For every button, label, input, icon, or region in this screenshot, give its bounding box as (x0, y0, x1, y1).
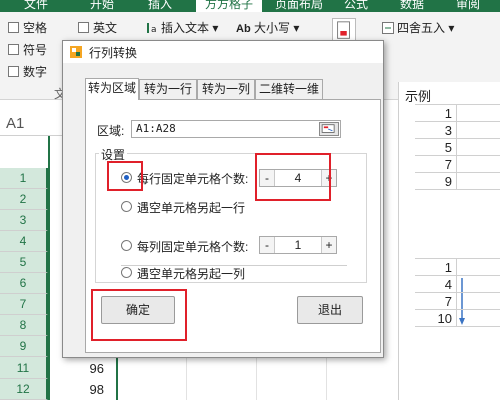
example-cell: 1 (415, 259, 457, 276)
row-header[interactable]: 4 (0, 231, 48, 252)
cells-per-column-stepper[interactable]: - 1 + (259, 236, 337, 254)
row-header[interactable]: 12 (0, 379, 48, 400)
tab-to-row[interactable]: 转为一行 (139, 79, 197, 99)
name-box[interactable]: A1 (0, 112, 62, 136)
example-title: 示例 (405, 89, 432, 104)
chevron-down-icon: ▾ (212, 21, 219, 35)
example-row: 7 (415, 293, 500, 310)
row-header[interactable]: 3 (0, 210, 48, 231)
checkbox-label: 符号 (23, 43, 48, 57)
chevron-down-icon: ▾ (448, 21, 455, 35)
tab-page-layout[interactable]: 页面布局 (268, 0, 330, 12)
example-cell: 9 (415, 173, 457, 190)
example-cell: 7 (415, 293, 457, 310)
example-row: 7 (415, 156, 500, 173)
highlight-radio (107, 161, 143, 191)
example-row: 5 (415, 139, 500, 156)
option-fixed-per-row-label[interactable]: 每行固定单元格个数: (137, 170, 248, 187)
insert-text-button[interactable]: a 插入文本 ▾ (146, 20, 218, 36)
example-row: 9 (415, 173, 500, 190)
round-label: 四舍五入 (397, 21, 446, 35)
checkbox-english[interactable]: 英文 (78, 20, 117, 36)
row-header[interactable]: 5 (0, 252, 48, 273)
svg-text:a: a (151, 25, 157, 34)
range-picker-button[interactable] (319, 122, 339, 136)
ribbon-tabs: 文件 开始 插入 方方格子 页面布局 公式 数据 审阅 (0, 0, 500, 12)
row-header[interactable]: 9 (0, 336, 48, 357)
example-cell: 5 (415, 139, 457, 156)
case-icon: Ab (236, 23, 251, 35)
row-header[interactable]: 7 (0, 294, 48, 315)
case-button[interactable]: Ab 大小写 ▾ (236, 20, 299, 36)
tab-2d-to-1d[interactable]: 二维转一维 (255, 79, 323, 99)
tab-data[interactable]: 数据 (392, 0, 432, 12)
checkbox-icon[interactable] (8, 44, 19, 55)
example-panel: 示例 1 3 5 7 9 1 4 7 10 (398, 82, 500, 400)
row-header[interactable]: 8 (0, 315, 48, 336)
tab-fangfangezi[interactable]: 方方格子 (196, 0, 262, 12)
decrement-button[interactable]: - (260, 237, 274, 253)
option-new-column-on-blank-label[interactable]: 遇空单元格另起一列 (137, 265, 245, 282)
radio-fixed-per-column[interactable] (121, 240, 132, 251)
tab-home[interactable]: 开始 (82, 0, 122, 12)
insert-text-label: 插入文本 (161, 21, 210, 35)
insert-text-icon: a (147, 23, 157, 34)
highlight-stepper (255, 153, 331, 201)
example-grid-top: 1 3 5 7 9 (415, 104, 500, 190)
range-select-icon (321, 124, 335, 133)
chevron-down-icon: ▾ (293, 21, 300, 35)
row-header[interactable]: 6 (0, 273, 48, 294)
checkbox-label: 英文 (93, 21, 118, 35)
example-row: 1 (415, 259, 500, 276)
cells-per-column-value[interactable]: 1 (274, 237, 322, 253)
dialog-title: 行列转换 (89, 46, 138, 60)
example-cell: 1 (415, 105, 457, 122)
tab-formulas[interactable]: 公式 (336, 0, 376, 12)
tab-review[interactable]: 审阅 (448, 0, 488, 12)
example-row: 3 (415, 122, 500, 139)
example-row: 1 (415, 105, 500, 122)
row-header[interactable]: 2 (0, 189, 48, 210)
case-label: 大小写 (254, 21, 291, 35)
cell-value[interactable]: 96 (64, 358, 104, 379)
round-icon (382, 22, 394, 34)
tab-file[interactable]: 文件 (16, 0, 56, 12)
checkbox-number[interactable]: 数字 (8, 64, 47, 80)
option-new-row-on-blank-label[interactable]: 遇空单元格另起一行 (137, 199, 245, 216)
highlight-ok-button (91, 289, 187, 341)
row-header[interactable]: 1 (0, 168, 48, 189)
example-row: 10 (415, 310, 500, 327)
tab-to-column[interactable]: 转为一列 (197, 79, 255, 99)
example-cell: 3 (415, 122, 457, 139)
cell-value[interactable]: 98 (64, 379, 104, 400)
increment-button[interactable]: + (322, 237, 336, 253)
option-fixed-per-column-label[interactable]: 每列固定单元格个数: (137, 238, 248, 255)
round-button[interactable]: 四舍五入 ▾ (382, 20, 454, 36)
checkbox-icon[interactable] (8, 66, 19, 77)
checkbox-label: 数字 (23, 65, 48, 79)
checkbox-icon[interactable] (78, 22, 89, 33)
row-header[interactable]: 11 (0, 358, 48, 379)
radio-new-row-on-blank[interactable] (121, 201, 132, 212)
app-icon (70, 46, 82, 58)
range-label: 区域: (97, 124, 125, 138)
example-grid-bottom: 1 4 7 10 (415, 258, 500, 327)
exit-button[interactable]: 退出 (297, 296, 363, 324)
checkbox-symbol[interactable]: 符号 (8, 42, 47, 58)
tab-insert[interactable]: 插入 (140, 0, 180, 12)
checkbox-icon[interactable] (8, 22, 19, 33)
row-column-convert-dialog: 行列转换 转为区域 转为一行 转为一列 二维转一维 区域: A1:A28 设置 … (62, 40, 384, 358)
example-row: 4 (415, 276, 500, 293)
example-cell: 7 (415, 156, 457, 173)
checkbox-space[interactable]: 空格 (8, 20, 47, 36)
range-input[interactable]: A1:A28 (131, 120, 341, 138)
radio-new-column-on-blank[interactable] (121, 267, 132, 278)
example-cell: 10 (415, 310, 457, 327)
tab-to-range[interactable]: 转为区域 (85, 78, 139, 100)
dialog-titlebar[interactable]: 行列转换 (63, 41, 383, 63)
example-cell: 4 (415, 276, 457, 293)
checkbox-label: 空格 (23, 21, 48, 35)
